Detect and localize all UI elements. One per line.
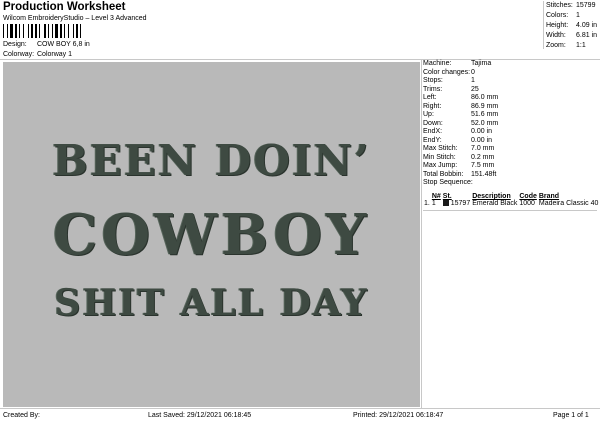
info-label: EndX:	[423, 128, 443, 135]
table-divider	[423, 210, 597, 211]
info-value: 51.6 mm	[471, 111, 499, 118]
info-row: Stops: 1	[423, 77, 597, 86]
info-value: 25	[471, 85, 479, 93]
info-label: Machine:	[423, 60, 452, 67]
info-value: 151.48ft	[471, 170, 497, 178]
info-label: Total Bobbin:	[423, 170, 464, 178]
stat-value: 1:1	[576, 42, 586, 49]
info-value: 7.5 mm	[471, 162, 495, 169]
info-row: Up: 51.6 mm	[423, 111, 597, 120]
info-label: Color changes:	[423, 68, 471, 76]
info-value: 0	[471, 68, 475, 76]
info-row: Total Bobbin: 151.48ft	[423, 171, 597, 180]
stat-label: Zoom:	[546, 42, 566, 49]
colorway-value: Colorway 1	[37, 51, 73, 58]
page-number: Page 1 of 1	[553, 412, 589, 419]
stat-label: Colors:	[546, 12, 569, 19]
page-title: Production Worksheet	[3, 1, 126, 13]
stat-row: Height: 4.09 in	[544, 21, 599, 31]
row-index: 1.	[424, 200, 430, 207]
info-label: Left:	[423, 94, 437, 101]
row-st-value: 15797	[450, 200, 471, 207]
stat-row: Zoom: 1:1	[544, 41, 599, 51]
row-description: Emerald Black	[472, 200, 518, 207]
column-header-n: N#	[431, 193, 441, 200]
design-line-3: SHIT ALL DAY	[54, 282, 369, 324]
info-label: Right:	[423, 102, 442, 110]
design-preview: BEEN DOIN’ COWBOY SHIT ALL DAY	[3, 62, 420, 407]
created-by: Created By:	[3, 412, 40, 419]
info-label: Min Stitch:	[423, 153, 456, 161]
last-saved: Last Saved: 29/12/2021 06:18:45	[148, 412, 252, 419]
row-n: 1	[431, 200, 436, 207]
stop-sequence-title: Stop Sequence:	[423, 179, 473, 186]
row-code: 1000	[519, 200, 535, 207]
design-label: Design:	[3, 41, 27, 48]
info-label: Down:	[423, 119, 443, 127]
column-header-brand: Brand	[538, 193, 560, 200]
design-line-1: BEEN DOIN’	[52, 136, 371, 185]
column-header-index	[423, 193, 431, 200]
stat-value: 4.09 in	[576, 22, 598, 29]
info-value: 86.0 mm	[471, 94, 499, 101]
panel-divider	[421, 60, 422, 408]
info-row: Trims: 25	[423, 86, 597, 95]
table-row: 1. 1 15797 Emerald Black 1000 Madeira Cl…	[423, 200, 599, 207]
printed-date: Printed: 29/12/2021 06:18:47	[353, 412, 444, 419]
info-row: Left: 86.0 mm	[423, 94, 597, 103]
column-header-code: Code	[519, 193, 537, 200]
column-header-st: St.	[442, 193, 452, 200]
info-row: Machine: Tajima	[423, 60, 597, 69]
footer-divider	[0, 408, 600, 409]
info-value: 52.0 mm	[471, 119, 499, 127]
design-row: Design: COW BOY 6,8 in	[3, 41, 90, 48]
info-label: Trims:	[423, 85, 443, 93]
info-row: Max Jump: 7.5 mm	[423, 162, 597, 171]
stats-box: Stitches: 15799 Colors: 1 Height: 4.09 in W…	[543, 1, 599, 49]
stat-row: Stitches: 15799	[544, 1, 599, 11]
stat-label: Width:	[546, 32, 566, 39]
stat-value: 15799	[576, 2, 596, 9]
stat-row: Colors: 1	[544, 11, 599, 21]
color-swatch	[442, 200, 449, 207]
info-row: Right: 86.9 mm	[423, 103, 597, 112]
colorway-row: Colorway: Colorway 1	[3, 51, 72, 58]
info-row: Max Stitch: 7.0 mm	[423, 145, 597, 154]
info-label: Up:	[423, 111, 434, 118]
info-row: EndX: 0.00 in	[423, 128, 597, 137]
software-subtitle: Wilcom EmbroideryStudio – Level 3 Advanc…	[3, 15, 147, 22]
info-row: Down: 52.0 mm	[423, 120, 597, 129]
info-value: 7.0 mm	[471, 145, 495, 152]
info-value: 86.9 mm	[471, 102, 499, 110]
info-value: 0.00 in	[471, 136, 493, 144]
info-row: Color changes:0	[423, 69, 597, 78]
info-label: Max Jump:	[423, 162, 458, 169]
info-value: 0.00 in	[471, 128, 493, 135]
info-value: Tajima	[471, 60, 492, 67]
info-label: Stops:	[423, 77, 443, 84]
column-header-description: Description	[472, 193, 511, 200]
design-value: COW BOY 6,8 in	[37, 41, 90, 48]
info-row: EndY: 0.00 in	[423, 137, 597, 146]
stat-value: 6.81 in	[576, 32, 598, 39]
table-header-row: N# St. Description Code Brand	[423, 193, 599, 200]
info-value: 0.2 mm	[471, 153, 495, 161]
barcode-icon	[3, 24, 81, 38]
stat-row: Width: 6.81 in	[544, 31, 599, 41]
stop-sequence-table: N# St. Description Code Brand 1. 1 15797…	[423, 193, 599, 207]
colorway-label: Colorway:	[3, 51, 35, 58]
machine-info-panel: Machine: Tajima Color changes:0 Stops: 1 T…	[423, 60, 597, 188]
info-label: EndY:	[423, 136, 442, 144]
row-brand: Madeira Classic 40	[538, 200, 599, 207]
row-st: 15797	[442, 200, 471, 207]
info-row: Min Stitch: 0.2 mm	[423, 154, 597, 163]
info-value: 1	[471, 77, 475, 84]
info-label: Max Stitch:	[423, 145, 458, 152]
stat-label: Stitches:	[546, 2, 573, 9]
stat-value: 1	[576, 12, 580, 19]
design-line-2: COWBOY	[52, 202, 371, 268]
stat-label: Height:	[546, 22, 569, 29]
